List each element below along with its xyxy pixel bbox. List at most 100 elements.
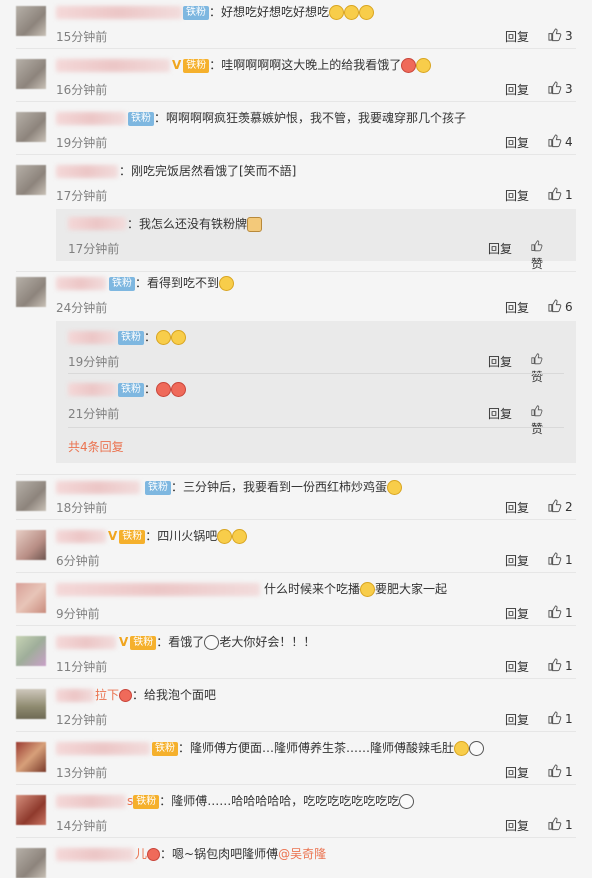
reply-button[interactable]: 回复 [505, 499, 529, 516]
tiefen-badge[interactable]: 铁粉 [130, 635, 157, 650]
avatar[interactable] [16, 742, 46, 772]
tiefen-badge[interactable]: 铁粉 [133, 794, 160, 809]
comment-text: 什么时候来个吃播 要肥大家一起 [264, 581, 447, 597]
username[interactable] [56, 165, 118, 178]
comment-text: 拉下 ：给我泡个面吧 [95, 687, 216, 703]
like-button[interactable]: 4 [548, 134, 573, 149]
avatar[interactable] [16, 795, 46, 825]
comment-body-2: 要肥大家一起 [375, 582, 448, 596]
username[interactable] [56, 277, 106, 290]
tiefen-badge[interactable]: 铁粉 [109, 276, 135, 291]
comment-text: s 铁粉 ：隆师傅……哈哈哈哈哈，吃吃吃吃吃吃吃吃 [127, 793, 415, 809]
panda-emoji-icon [399, 794, 415, 809]
avatar[interactable] [16, 112, 46, 142]
username[interactable] [56, 481, 140, 494]
sub-like-button[interactable]: 赞 [531, 405, 543, 437]
comment-body: ：四川火锅吧 [145, 529, 218, 543]
reply-button[interactable]: 回复 [505, 711, 529, 728]
username[interactable] [56, 795, 126, 808]
like-count: 4 [565, 135, 573, 149]
divider [16, 48, 576, 49]
avatar[interactable] [16, 583, 46, 613]
thumb-up-icon [531, 240, 543, 252]
tiefen-badge[interactable]: 铁粉 [118, 382, 144, 397]
reply-button[interactable]: 回复 [505, 817, 529, 834]
sub-reply-username[interactable] [68, 331, 116, 344]
username[interactable] [56, 848, 134, 861]
like-button[interactable]: 1 [548, 552, 573, 567]
reply-button[interactable]: 回复 [505, 28, 529, 45]
tiefen-badge[interactable]: 铁粉 [119, 529, 146, 544]
username-fragment[interactable]: 儿 [135, 847, 147, 861]
heart-eyes-emoji-icon [401, 58, 417, 73]
tiefen-badge[interactable]: 铁粉 [128, 111, 154, 126]
sub-divider [68, 427, 564, 428]
tiefen-badge[interactable]: 铁粉 [152, 741, 178, 756]
pray-emoji-icon [416, 58, 432, 73]
avatar[interactable] [16, 848, 46, 878]
like-button[interactable]: 1 [548, 605, 573, 620]
reply-button[interactable]: 回复 [505, 81, 529, 98]
thumb-up-icon [531, 405, 543, 417]
like-count: 1 [565, 553, 573, 567]
like-button[interactable]: 1 [548, 187, 573, 202]
username[interactable] [56, 636, 116, 649]
zan-label: 赞 [531, 257, 544, 272]
reply-button[interactable]: 回复 [505, 134, 529, 151]
sub-reply-time: 17分钟前 [68, 242, 120, 256]
comment-text: 儿 ：嗯~锅包肉吧隆师傅@吴奇隆 [135, 846, 326, 862]
avatar[interactable] [16, 59, 46, 89]
sub-like-button[interactable]: 赞 [531, 240, 543, 272]
mention-link[interactable]: @吴奇隆 [278, 847, 326, 861]
sub-reply-button[interactable]: 回复 [488, 405, 512, 422]
divider [16, 154, 576, 155]
like-button[interactable]: 1 [548, 711, 573, 726]
avatar[interactable] [16, 165, 46, 195]
laugh-cry-emoji-icon [454, 741, 470, 756]
sub-reply-username[interactable] [68, 217, 126, 230]
avatar[interactable] [16, 689, 46, 719]
drool-emoji-icon [219, 276, 235, 291]
like-button[interactable]: 1 [548, 764, 573, 779]
thumb-up-icon [548, 605, 562, 619]
tiefen-badge[interactable]: 铁粉 [118, 330, 144, 345]
sub-reply-username[interactable] [68, 383, 116, 396]
like-button[interactable]: 3 [548, 28, 573, 43]
username[interactable] [56, 112, 126, 125]
username[interactable] [56, 583, 260, 596]
avatar[interactable] [16, 6, 46, 36]
reply-button[interactable]: 回复 [505, 658, 529, 675]
username[interactable] [56, 6, 182, 19]
avatar[interactable] [16, 636, 46, 666]
reply-button[interactable]: 回复 [505, 187, 529, 204]
like-button[interactable]: 6 [548, 299, 573, 314]
avatar[interactable] [16, 481, 46, 511]
avatar[interactable] [16, 277, 46, 307]
like-count: 6 [565, 300, 573, 314]
sub-reply-button[interactable]: 回复 [488, 353, 512, 370]
username[interactable] [56, 59, 170, 72]
reply-button[interactable]: 回复 [505, 764, 529, 781]
like-button[interactable]: 2 [548, 499, 573, 514]
username[interactable] [56, 689, 94, 702]
tiefen-badge[interactable]: 铁粉 [183, 58, 210, 73]
tiefen-badge[interactable]: 铁粉 [183, 5, 209, 20]
reply-button[interactable]: 回复 [505, 299, 529, 316]
sub-reply-text: ：我怎么还没有铁粉牌 [127, 216, 263, 232]
username[interactable] [56, 742, 150, 755]
like-button[interactable]: 1 [548, 658, 573, 673]
like-count: 2 [565, 500, 573, 514]
thumb-up-icon [548, 28, 562, 42]
tiefen-badge[interactable]: 铁粉 [145, 480, 171, 495]
reply-button[interactable]: 回复 [505, 605, 529, 622]
sub-reply-button[interactable]: 回复 [488, 240, 512, 257]
username[interactable] [56, 530, 106, 543]
username-fragment[interactable]: 拉下 [95, 688, 119, 702]
more-replies-link[interactable]: 共4条回复 [68, 438, 124, 455]
like-button[interactable]: 1 [548, 817, 573, 832]
zan-label: 赞 [531, 422, 544, 437]
like-button[interactable]: 3 [548, 81, 573, 96]
avatar[interactable] [16, 530, 46, 560]
sub-like-button[interactable]: 赞 [531, 353, 543, 385]
reply-button[interactable]: 回复 [505, 552, 529, 569]
